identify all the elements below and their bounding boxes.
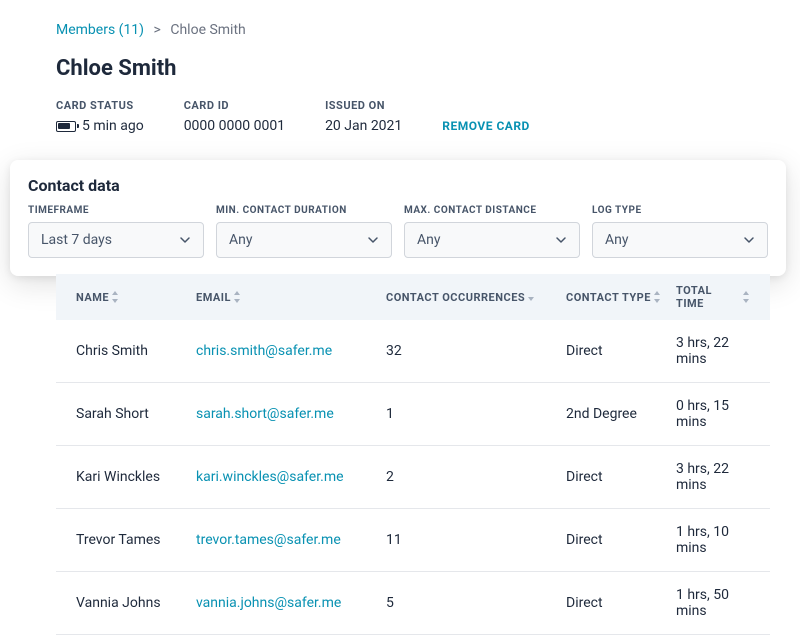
- cell-name: Trevor Tames: [76, 532, 196, 548]
- min-duration-value: Any: [229, 232, 253, 248]
- min-duration-select[interactable]: Any: [216, 222, 392, 258]
- log-type-label: LOG TYPE: [592, 205, 768, 216]
- header-occurrences[interactable]: CONTACT OCCURRENCES: [386, 284, 566, 310]
- card-status-block: CARD STATUS 5 min ago: [56, 99, 144, 134]
- cell-email[interactable]: kari.winckles@safer.me: [196, 469, 386, 485]
- cell-occurrences: 32: [386, 343, 566, 359]
- max-distance-value: Any: [417, 232, 441, 248]
- header-email-label: EMAIL: [196, 291, 231, 304]
- cell-email[interactable]: vannia.johns@safer.me: [196, 595, 386, 611]
- sort-down-icon: [527, 293, 535, 301]
- breadcrumb: Members (11) > Chloe Smith: [56, 22, 760, 38]
- sort-icon: [111, 291, 119, 303]
- cell-name: Kari Winckles: [76, 469, 196, 485]
- issued-on-block: ISSUED ON 20 Jan 2021: [325, 99, 402, 134]
- cell-name: Sarah Short: [76, 406, 196, 422]
- header-time[interactable]: TOTAL TIME: [676, 284, 750, 310]
- contact-table: NAME EMAIL CONTACT OCCURRENCES CONTACT T…: [56, 274, 770, 635]
- cell-email[interactable]: trevor.tames@safer.me: [196, 532, 386, 548]
- chevron-down-icon: [367, 234, 379, 246]
- breadcrumb-separator: >: [154, 22, 161, 38]
- breadcrumb-current: Chloe Smith: [170, 22, 245, 38]
- page-title: Chloe Smith: [56, 56, 760, 81]
- cell-occurrences: 5: [386, 595, 566, 611]
- log-type-select[interactable]: Any: [592, 222, 768, 258]
- header-name-label: NAME: [76, 291, 109, 304]
- battery-icon: [56, 121, 76, 132]
- table-row: Trevor Tamestrevor.tames@safer.me11Direc…: [56, 509, 770, 572]
- remove-card-button[interactable]: REMOVE CARD: [442, 119, 530, 134]
- cell-type: Direct: [566, 532, 676, 548]
- header-occurrences-label: CONTACT OCCURRENCES: [386, 291, 525, 304]
- card-status-value: 5 min ago: [82, 118, 144, 134]
- card-id-label: CARD ID: [184, 99, 285, 112]
- max-distance-label: MAX. CONTACT DISTANCE: [404, 205, 580, 216]
- issued-on-value: 20 Jan 2021: [325, 118, 402, 134]
- cell-type: 2nd Degree: [566, 406, 676, 422]
- sort-icon: [233, 291, 241, 303]
- card-status-label: CARD STATUS: [56, 99, 144, 112]
- chevron-down-icon: [555, 234, 567, 246]
- cell-email[interactable]: chris.smith@safer.me: [196, 343, 386, 359]
- cell-name: Vannia Johns: [76, 595, 196, 611]
- contact-data-panel: Contact data TIMEFRAME Last 7 days MIN. …: [10, 160, 786, 276]
- table-row: Vannia Johnsvannia.johns@safer.me5Direct…: [56, 572, 770, 635]
- table-row: Chris Smithchris.smith@safer.me32Direct3…: [56, 320, 770, 383]
- chevron-down-icon: [179, 234, 191, 246]
- cell-occurrences: 1: [386, 406, 566, 422]
- min-duration-label: MIN. CONTACT DURATION: [216, 205, 392, 216]
- cell-time: 3 hrs, 22 mins: [676, 335, 750, 367]
- cell-type: Direct: [566, 343, 676, 359]
- header-type[interactable]: CONTACT TYPE: [566, 284, 676, 310]
- sort-icon: [653, 291, 661, 303]
- header-email[interactable]: EMAIL: [196, 284, 386, 310]
- cell-occurrences: 2: [386, 469, 566, 485]
- cell-time: 3 hrs, 22 mins: [676, 461, 750, 493]
- contact-data-title: Contact data: [28, 176, 768, 195]
- table-row: Kari Winckleskari.winckles@safer.me2Dire…: [56, 446, 770, 509]
- breadcrumb-members-link[interactable]: Members (11): [56, 22, 144, 38]
- cell-time: 1 hrs, 10 mins: [676, 524, 750, 556]
- sort-icon: [742, 291, 750, 303]
- log-type-value: Any: [605, 232, 629, 248]
- cell-time: 1 hrs, 50 mins: [676, 587, 750, 619]
- chevron-down-icon: [743, 234, 755, 246]
- header-name[interactable]: NAME: [76, 284, 196, 310]
- table-row: Sarah Shortsarah.short@safer.me12nd Degr…: [56, 383, 770, 446]
- cell-name: Chris Smith: [76, 343, 196, 359]
- timeframe-value: Last 7 days: [41, 232, 112, 248]
- max-distance-select[interactable]: Any: [404, 222, 580, 258]
- header-type-label: CONTACT TYPE: [566, 291, 651, 304]
- table-header-row: NAME EMAIL CONTACT OCCURRENCES CONTACT T…: [56, 274, 770, 320]
- cell-time: 0 hrs, 15 mins: [676, 398, 750, 430]
- timeframe-select[interactable]: Last 7 days: [28, 222, 204, 258]
- header-time-label: TOTAL TIME: [676, 284, 740, 310]
- cell-email[interactable]: sarah.short@safer.me: [196, 406, 386, 422]
- card-id-block: CARD ID 0000 0000 0001: [184, 99, 285, 134]
- card-id-value: 0000 0000 0001: [184, 118, 285, 134]
- cell-occurrences: 11: [386, 532, 566, 548]
- cell-type: Direct: [566, 595, 676, 611]
- cell-type: Direct: [566, 469, 676, 485]
- issued-on-label: ISSUED ON: [325, 99, 402, 112]
- timeframe-label: TIMEFRAME: [28, 205, 204, 216]
